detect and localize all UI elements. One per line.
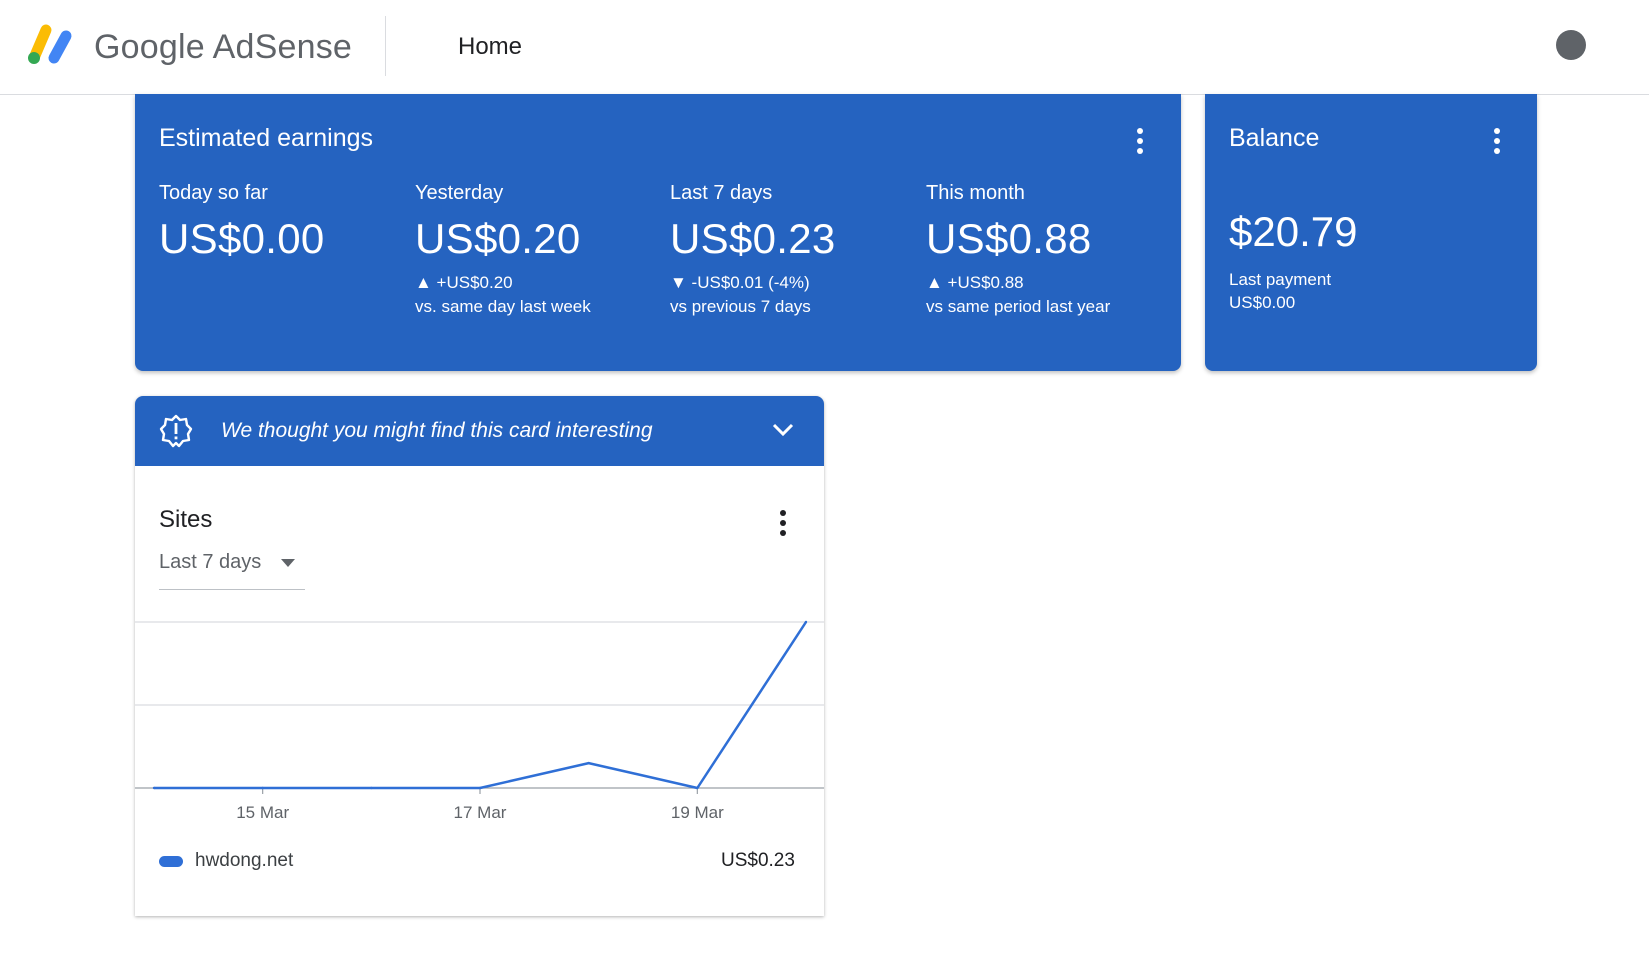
sites-card: We thought you might find this card inte…	[135, 396, 824, 916]
x-tick-label: 15 Mar	[236, 803, 289, 822]
balance-more-options-icon[interactable]	[1485, 126, 1509, 156]
chart-svg: 15 Mar 17 Mar 19 Mar	[135, 620, 824, 822]
legend-site-name[interactable]: hwdong.net	[195, 850, 293, 872]
page-title: Home	[458, 33, 523, 60]
data-point[interactable]	[261, 786, 264, 790]
balance-value: $20.79	[1229, 208, 1358, 255]
legend-site-value: US$0.23	[721, 850, 795, 871]
metric-value: US$0.20	[415, 215, 581, 262]
date-range-label: Last 7 days	[159, 551, 262, 573]
suggestion-text: We thought you might find this card inte…	[221, 419, 653, 442]
brand-name: Google AdSense	[94, 28, 352, 66]
earnings-title: Estimated earnings	[159, 124, 374, 152]
metric-value: US$0.23	[670, 215, 836, 262]
metric-value: US$0.88	[926, 215, 1092, 262]
suggestion-banner[interactable]: We thought you might find this card inte…	[135, 396, 824, 466]
metric-last-7-days[interactable]: Last 7 days US$0.23 ▼ -US$0.01 (-4%) vs …	[670, 182, 910, 317]
data-point[interactable]	[696, 786, 699, 790]
metric-delta: ▲ +US$0.20	[415, 273, 513, 292]
balance-title: Balance	[1229, 124, 1320, 152]
sites-title: Sites	[159, 506, 213, 533]
sites-line-chart[interactable]: 15 Mar 17 Mar 19 Mar	[135, 620, 824, 830]
metric-today[interactable]: Today so far US$0.00	[159, 182, 399, 263]
metric-label: Last 7 days	[670, 182, 773, 204]
x-tick-label: 19 Mar	[671, 803, 724, 822]
legend-swatch	[159, 856, 183, 867]
data-point[interactable]	[478, 786, 482, 790]
help-icon[interactable]	[1556, 30, 1586, 60]
sites-more-options-icon[interactable]	[771, 508, 795, 538]
data-point[interactable]	[587, 761, 590, 765]
dropdown-arrow-icon	[281, 559, 295, 567]
metric-compare: vs previous 7 days	[670, 297, 811, 316]
metric-label: Yesterday	[415, 182, 504, 204]
x-tick-label: 17 Mar	[454, 803, 507, 822]
date-range-dropdown[interactable]: Last 7 days	[159, 551, 305, 590]
metric-delta: ▲ +US$0.88	[926, 273, 1024, 292]
data-point[interactable]	[370, 786, 373, 790]
metric-label: This month	[926, 182, 1025, 204]
estimated-earnings-card: Estimated earnings Today so far US$0.00 …	[135, 94, 1181, 371]
metric-compare: vs same period last year	[926, 297, 1111, 316]
top-app-bar: Google AdSense Home	[0, 0, 1649, 95]
chevron-down-icon[interactable]	[771, 420, 795, 440]
metric-label: Today so far	[159, 182, 268, 204]
data-point[interactable]	[804, 620, 808, 624]
metric-delta: ▼ -US$0.01 (-4%)	[670, 273, 810, 292]
balance-card: Balance $20.79 Last payment US$0.00	[1205, 94, 1537, 371]
data-point[interactable]	[152, 786, 156, 790]
metric-this-month[interactable]: This month US$0.88 ▲ +US$0.88 vs same pe…	[926, 182, 1166, 317]
earnings-more-options-icon[interactable]	[1128, 126, 1152, 156]
metric-yesterday[interactable]: Yesterday US$0.20 ▲ +US$0.20 vs. same da…	[415, 182, 655, 317]
alert-badge-icon	[159, 414, 193, 448]
metric-compare: vs. same day last week	[415, 297, 591, 316]
metric-value: US$0.00	[159, 215, 325, 262]
last-payment-value: US$0.00	[1229, 293, 1296, 312]
header-divider	[385, 16, 386, 76]
last-payment-label: Last payment	[1229, 270, 1332, 289]
adsense-logo-icon[interactable]	[24, 20, 78, 66]
